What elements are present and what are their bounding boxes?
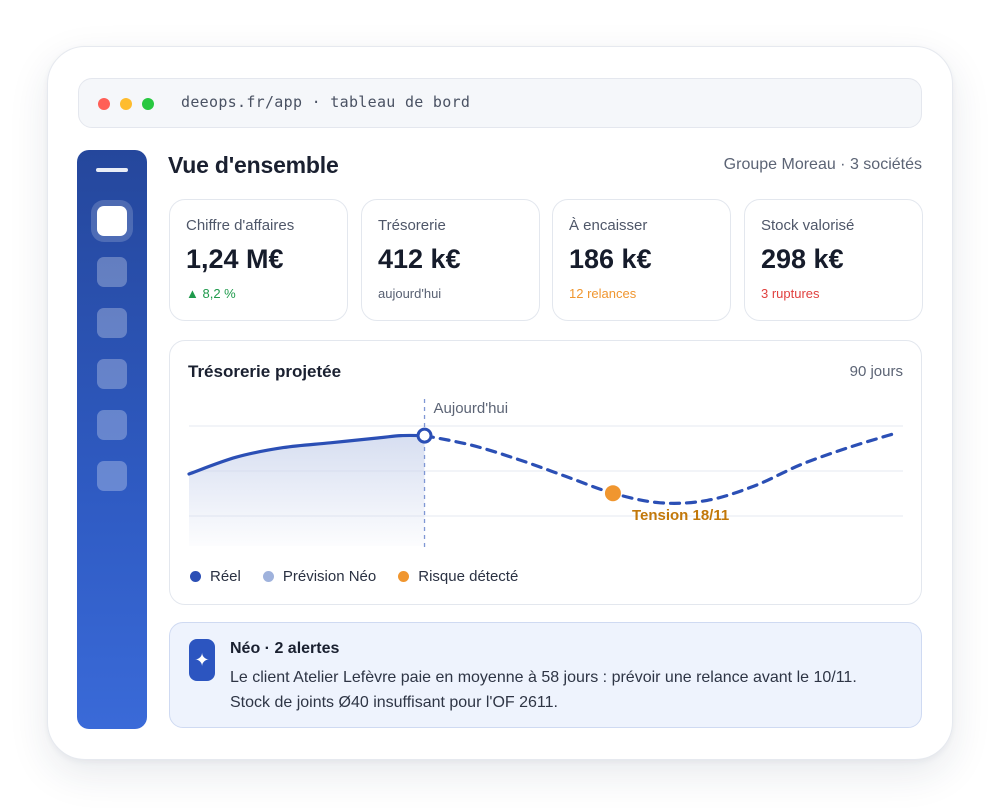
series-line-forecast [422, 431, 898, 505]
sidebar [77, 150, 147, 729]
kpi-value: 186 k€ [569, 244, 652, 274]
kpi-sub: 3 ruptures [761, 286, 820, 301]
neo-alert-panel: ✦ Néo · 2 alertes Le client Atelier Lefè… [169, 622, 922, 728]
kpi-card-revenue[interactable]: Chiffre d'affaires 1,24 M€ ▲ 8,2 % [169, 199, 348, 321]
close-window-dot[interactable] [98, 98, 110, 110]
kpi-label: Chiffre d'affaires [186, 217, 295, 234]
sidebar-item-2[interactable] [97, 257, 127, 287]
alert-body: Le client Atelier Lefèvre paie en moyenn… [230, 669, 857, 711]
kpi-card-stock[interactable]: Stock valorisé 298 k€ 3 ruptures [744, 199, 923, 321]
today-point[interactable] [416, 427, 433, 444]
sparkle-icon: ✦ [189, 639, 215, 681]
legend-label: Réel [210, 568, 241, 585]
legend-item-forecast[interactable]: Prévision Néo [262, 568, 377, 585]
legend-label: Risque détecté [418, 568, 519, 585]
sidebar-item-6[interactable] [97, 461, 127, 491]
kpi-trend: ▲ 8,2 % [186, 286, 236, 301]
risk-label: Tension 18/11 [632, 507, 729, 524]
page-title: Vue d'ensemble [168, 152, 339, 178]
legend-label: Prévision Néo [282, 568, 377, 585]
kpi-card-receivables[interactable]: À encaisser 186 k€ 12 relances [552, 199, 731, 321]
legend-dot [398, 571, 410, 582]
sidebar-item-home[interactable] [97, 206, 127, 236]
kpi-sub: 12 relances [569, 286, 637, 301]
risk-point[interactable] [604, 485, 621, 502]
kpi-label: Stock valorisé [761, 217, 855, 234]
kpi-value: 298 k€ [761, 244, 844, 274]
minimize-window-dot[interactable] [120, 98, 132, 110]
sidebar-item-5[interactable] [97, 410, 127, 440]
legend-dot [190, 571, 201, 582]
kpi-label: Trésorerie [378, 217, 446, 234]
kpi-value: 412 k€ [378, 244, 461, 274]
company-selector[interactable]: Groupe Moreau · 3 sociétés [724, 156, 922, 174]
real-area-fill [189, 435, 425, 546]
legend-item-real[interactable]: Réel [190, 568, 241, 585]
legend-dot [262, 571, 274, 582]
cash-projection-card: Trésorerie projetée 90 jours Aujourd'hui… [169, 340, 922, 605]
kpi-value: 1,24 M€ [186, 244, 284, 274]
sidebar-item-3[interactable] [97, 308, 127, 338]
kpi-card-cash[interactable]: Trésorerie 412 k€ aujourd'hui [361, 199, 540, 321]
address-text: deeops.fr/app · tableau de bord [181, 93, 471, 111]
today-label: Aujourd'hui [434, 400, 509, 417]
cash-projection-chart: Aujourd'hui Tension 18/11 [187, 399, 903, 549]
maximize-window-dot[interactable] [142, 98, 154, 110]
menu-handle-icon[interactable] [96, 168, 128, 172]
sidebar-item-4[interactable] [97, 359, 127, 389]
kpi-sub: aujourd'hui [378, 286, 442, 301]
kpi-label: À encaisser [569, 217, 648, 234]
alert-title: Néo · 2 alertes [230, 640, 340, 657]
chart-legend: Réel Prévision Néo Risque détecté [190, 568, 518, 585]
address-bar[interactable]: deeops.fr/app · tableau de bord [78, 78, 922, 128]
legend-item-risk[interactable]: Risque détecté [398, 568, 518, 585]
